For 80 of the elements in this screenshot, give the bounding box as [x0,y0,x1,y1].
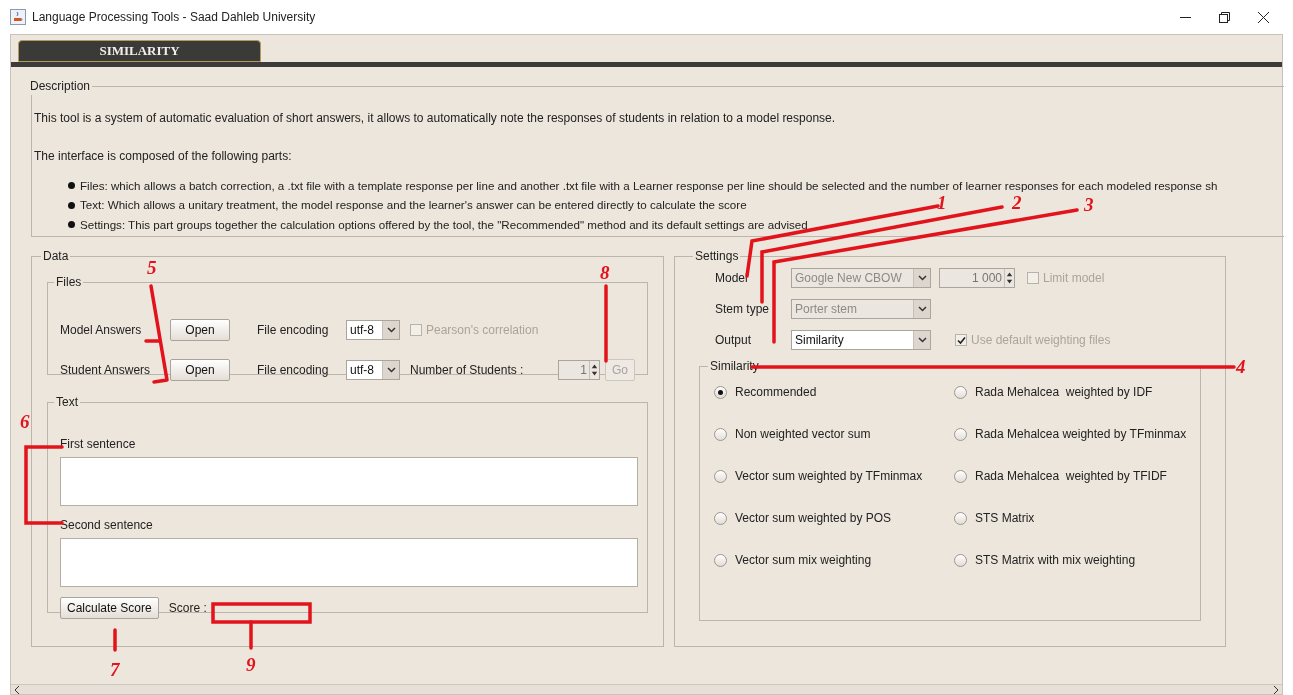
bullet-text: Settings: This part groups together the calculation options offered by the tool, the "Recommended" method and its default settings are advised [80,216,808,233]
radio-button[interactable] [714,511,727,525]
description-text: This tool is a system of automatic evaluation of short answers, it allows to automatically note the responses of students in relation to a model response. [34,110,837,127]
bullet-icon [68,201,75,209]
radio-button[interactable] [714,385,727,399]
window-title: Language Processing Tools - Saad Dahleb University [32,9,317,26]
callout-line [113,628,117,652]
bullet-icon [68,220,75,228]
option-label: Vector sum mix weighting [735,552,872,569]
checkbox-label: Use default weighting files [971,332,1111,349]
callout-number: 3 [1084,195,1094,214]
callout-number: 1 [937,193,947,212]
row-label: File encoding [257,322,330,339]
option-label: Vector sum weighted by TFminmax [735,468,923,485]
sentence-field[interactable] [60,457,638,506]
field-label: First sentence [60,436,137,451]
section-legend: Description [28,77,93,95]
row-label: Number of Students : [410,362,525,379]
description-text: The interface is composed of the following parts: [34,148,293,165]
option-label: Non weighted vector sum [735,426,871,443]
callout-number: 9 [246,655,256,674]
button[interactable]: Open [170,359,230,381]
bullet-text: Files: which allows a batch correction, a .txt file with a template response per line and another .txt file with a Learner response per line should be selected and the number of learner responses for each modeled response sh [80,178,1218,194]
radio-button[interactable] [954,469,967,483]
section-legend: Similarity [708,357,761,375]
setting-label: Output [715,332,753,349]
radio-button[interactable] [954,427,967,441]
caret-icon [386,327,396,333]
bullet-text: Text: Which allows a unitary treatment, the model response and the learner's answer can be entered directly to calculate the score [80,197,747,214]
button[interactable]: Open [170,319,230,341]
section-legend: Files [54,273,84,291]
radio-button[interactable] [714,553,727,567]
dropdown[interactable]: Similarity [791,330,931,350]
radio-button[interactable] [954,511,967,525]
callout-number: 7 [110,660,120,679]
section-legend: Data [41,247,71,265]
section-legend: Settings [693,247,741,265]
option-label: Recommended [735,384,817,401]
row-label: File encoding [257,362,330,379]
button[interactable]: Calculate Score [60,597,159,619]
close-icon[interactable] [1258,11,1269,23]
field-label: Second sentence [60,517,154,532]
dropdown[interactable]: utf-8 [346,320,400,340]
cup-icon [10,9,26,25]
option-label: Rada Mehalcea weighted by IDF [975,384,1153,401]
radio-button[interactable] [954,553,967,567]
caret-icon [386,367,396,373]
dropdown[interactable]: utf-8 [346,360,400,380]
radio-button[interactable] [954,385,967,399]
section-legend: Text [54,393,80,411]
option-label: STS Matrix with mix weighting [975,552,1136,569]
callout-number: 4 [1236,357,1246,376]
callout-number: 6 [20,412,30,431]
sentence-field[interactable] [60,538,638,587]
setting-label: Stem type [715,301,771,318]
caret-icon [917,337,927,343]
radio-button[interactable] [714,469,727,483]
checkbox-label: Limit model [1043,270,1105,287]
caret-icon [917,306,927,312]
restore-icon[interactable] [1219,11,1230,23]
number-spinner[interactable]: 1 [558,360,600,380]
stepper-arrows-icon[interactable] [589,361,599,379]
setting-label: Model [715,270,749,287]
callout-number: 2 [1012,193,1022,212]
option-label: Rada Mehalcea weighted by TFIDF [975,468,1167,485]
option-label: STS Matrix [975,510,1035,527]
callout-number: 5 [147,258,157,277]
bullet-icon [68,182,75,190]
caret-icon [917,275,927,281]
score-label: Score : [168,600,207,617]
check-icon [956,335,966,345]
option-label: Rada Mehalcea weighted by TFminmax [975,426,1187,443]
checkbox-label: Pearson's correlation [426,322,539,339]
row-label: Model Answers [60,322,143,339]
horizontal-scrollbar[interactable] [11,684,1282,694]
radio-button[interactable] [714,427,727,441]
tab[interactable]: SIMILARITY [18,40,261,62]
callout-number: 8 [600,263,610,282]
row-label: Student Answers [60,362,152,379]
option-label: Vector sum weighted by POS [735,510,892,527]
